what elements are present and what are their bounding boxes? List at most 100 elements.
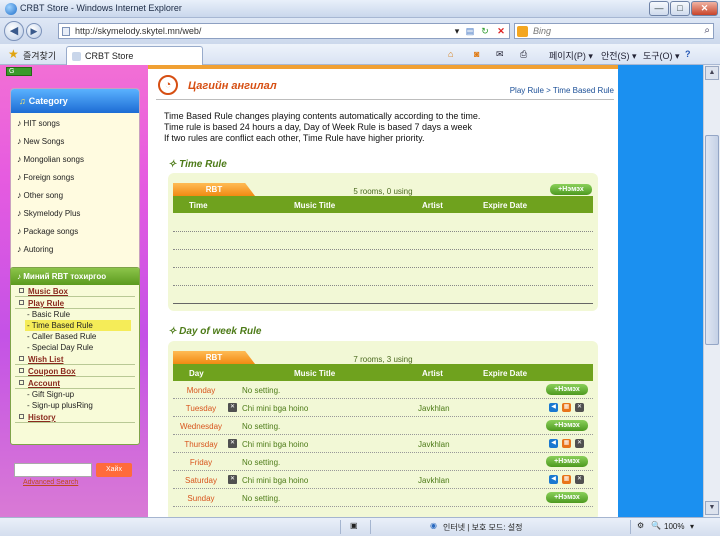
forward-button[interactable]: ▶ <box>26 23 42 39</box>
time-rule-add-button[interactable]: +Нэмэх <box>550 184 592 195</box>
category-item[interactable]: ♪ Other song <box>11 185 139 203</box>
category-label[interactable]: New Songs <box>24 137 65 146</box>
history-label[interactable]: History <box>28 413 56 422</box>
coupon-box-label[interactable]: Coupon Box <box>28 367 76 376</box>
add-button[interactable]: +Нэмэх <box>546 384 588 395</box>
favorites-label[interactable]: 즐겨찾기 <box>23 49 56 62</box>
table-row: Wednesday No setting. +Нэмэх <box>173 417 593 435</box>
close-button[interactable]: ✕ <box>691 1 718 16</box>
gift-icon[interactable]: ▦ <box>562 439 571 448</box>
vertical-scrollbar[interactable]: ▲ ▼ <box>703 65 720 517</box>
feeds-icon[interactable]: ◙ <box>474 49 479 59</box>
music-title[interactable]: Chi mini bga hoino <box>242 440 308 449</box>
mail-icon[interactable]: ✉ <box>496 49 504 60</box>
safety-menu[interactable]: 안전(S) ▾ <box>601 49 637 62</box>
category-label[interactable]: Foreign songs <box>24 173 75 182</box>
scroll-down-icon[interactable]: ▼ <box>705 501 719 515</box>
help-icon[interactable]: ? <box>685 49 691 59</box>
gift-icon[interactable]: ▦ <box>562 475 571 484</box>
category-label[interactable]: Autoring <box>24 245 54 254</box>
sidebar-search-button[interactable]: Хайх <box>96 463 132 477</box>
delete-icon[interactable]: ✕ <box>228 475 237 484</box>
wish-list-label[interactable]: Wish List <box>28 355 63 364</box>
gift-signup-link[interactable]: - Gift Sign-up <box>11 389 139 400</box>
sidebar-search-input[interactable] <box>14 463 92 477</box>
delete-icon[interactable]: ✕ <box>228 403 237 412</box>
music-box-link[interactable]: Music Box <box>15 285 135 297</box>
wish-list-link[interactable]: Wish List <box>15 353 135 365</box>
music-note-icon: ♪ <box>17 118 22 128</box>
column-header: Artist <box>422 201 443 210</box>
play-speaker-icon[interactable]: ◀ <box>549 475 558 484</box>
day-label: Wednesday <box>179 422 223 431</box>
address-bar[interactable]: http://skymelody.skytel.mn/web/ ▾ ▤ ↻ ✕ <box>58 23 510 39</box>
print-icon[interactable]: ⎙ <box>520 49 527 60</box>
music-title[interactable]: Chi mini bga hoino <box>242 404 308 413</box>
delete-icon[interactable]: ✕ <box>228 439 237 448</box>
remove-icon[interactable]: ✕ <box>575 475 584 484</box>
home-icon[interactable]: ⌂ <box>448 49 453 59</box>
stop-icon[interactable]: ✕ <box>495 25 507 37</box>
play-speaker-icon[interactable]: ◀ <box>549 403 558 412</box>
favorites-star-icon[interactable]: ★ <box>8 47 19 61</box>
account-label[interactable]: Account <box>28 379 60 388</box>
search-box[interactable]: Bing ⌕ <box>514 23 714 39</box>
category-item[interactable]: ♪ Package songs <box>11 221 139 239</box>
category-label[interactable]: Skymelody Plus <box>24 209 81 218</box>
browser-tab[interactable]: CRBT Store <box>66 46 203 65</box>
caller-based-rule-link[interactable]: - Caller Based Rule <box>11 331 139 342</box>
category-label[interactable]: HIT songs <box>24 119 60 128</box>
back-button[interactable]: ◀ <box>4 21 24 41</box>
remove-icon[interactable]: ✕ <box>575 439 584 448</box>
zoom-level[interactable]: 100% <box>664 522 684 531</box>
category-item[interactable]: ♪ Foreign songs <box>11 167 139 185</box>
account-link[interactable]: Account <box>15 377 135 389</box>
status-divider <box>340 520 341 534</box>
compat-view-icon[interactable]: ▤ <box>464 25 476 37</box>
minimize-button[interactable]: — <box>649 1 669 16</box>
advanced-search-link[interactable]: Advanced Search <box>23 479 78 486</box>
zoom-icon[interactable]: 🔍 <box>651 521 661 530</box>
search-placeholder[interactable]: Bing <box>533 26 551 36</box>
signup-plusring-link[interactable]: - Sign-up plusRing <box>11 400 139 411</box>
category-item[interactable]: ♪ Mongolian songs <box>11 149 139 167</box>
play-rule-link[interactable]: Play Rule <box>15 297 135 309</box>
artist-name[interactable]: Javkhlan <box>418 476 450 485</box>
address-url[interactable]: http://skymelody.skytel.mn/web/ <box>75 26 201 36</box>
music-box-label[interactable]: Music Box <box>28 287 68 296</box>
category-item[interactable]: ♪ Skymelody Plus <box>11 203 139 221</box>
add-button[interactable]: +Нэмэх <box>546 456 588 467</box>
category-label[interactable]: Package songs <box>24 227 79 236</box>
category-label[interactable]: Mongolian songs <box>24 155 84 164</box>
category-item[interactable]: ♪ HIT songs <box>11 113 139 131</box>
tab-label[interactable]: CRBT Store <box>85 51 133 61</box>
history-link[interactable]: History <box>15 411 135 423</box>
add-button[interactable]: +Нэмэх <box>546 420 588 431</box>
page-menu[interactable]: 페이지(P) ▾ <box>549 49 593 62</box>
search-icon[interactable]: ⌕ <box>704 25 710 36</box>
artist-name[interactable]: Javkhlan <box>418 404 450 413</box>
time-based-rule-link[interactable]: - Time Based Rule <box>25 320 131 331</box>
day-label: Monday <box>186 386 216 395</box>
maximize-button[interactable]: □ <box>670 1 690 16</box>
refresh-icon[interactable]: ↻ <box>479 25 491 37</box>
artist-name[interactable]: Javkhlan <box>418 440 450 449</box>
play-speaker-icon[interactable]: ◀ <box>549 439 558 448</box>
zoom-dropdown-icon[interactable]: ▾ <box>690 522 694 531</box>
add-button[interactable]: +Нэмэх <box>546 492 588 503</box>
remove-icon[interactable]: ✕ <box>575 403 584 412</box>
category-label[interactable]: Other song <box>24 191 64 200</box>
play-rule-label[interactable]: Play Rule <box>28 299 64 308</box>
scroll-thumb[interactable] <box>705 135 719 345</box>
category-item[interactable]: ♪ Autoring <box>11 239 139 257</box>
special-day-rule-link[interactable]: - Special Day Rule <box>11 342 139 353</box>
scroll-up-icon[interactable]: ▲ <box>705 66 719 80</box>
music-title[interactable]: Chi mini bga hoino <box>242 476 308 485</box>
tools-menu[interactable]: 도구(O) ▾ <box>643 49 680 62</box>
coupon-box-link[interactable]: Coupon Box <box>15 365 135 377</box>
gift-icon[interactable]: ▦ <box>562 403 571 412</box>
language-dropdown[interactable]: G <box>6 67 32 76</box>
basic-rule-link[interactable]: - Basic Rule <box>11 309 139 320</box>
dropdown-arrow-icon[interactable]: ▾ <box>451 25 463 37</box>
category-item[interactable]: ♪ New Songs <box>11 131 139 149</box>
